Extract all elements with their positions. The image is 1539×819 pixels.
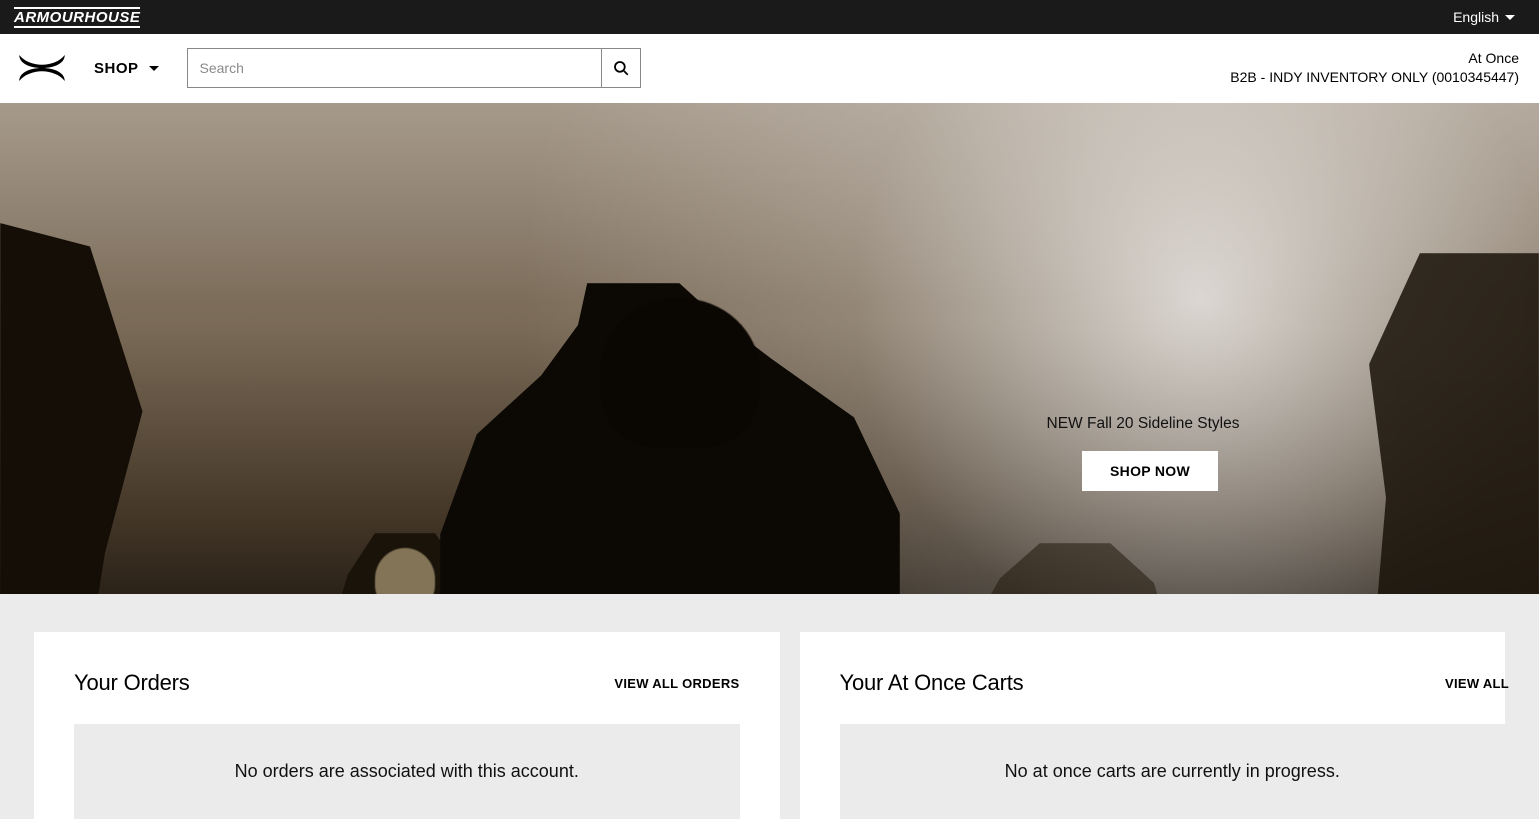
account-mode: At Once (1230, 49, 1519, 68)
search-form (187, 48, 641, 88)
hero-cta: NEW Fall 20 Sideline Styles SHOP NOW (1060, 415, 1240, 491)
carts-card-title: Your At Once Carts (840, 670, 1024, 696)
hero-silhouette (600, 298, 760, 448)
shop-menu-button[interactable]: SHOP (94, 60, 159, 77)
view-all-carts-link[interactable]: VIEW ALL (1445, 676, 1509, 691)
search-icon (612, 59, 630, 77)
language-label: English (1453, 9, 1499, 25)
top-bar: ARMOURHOUSE English (0, 0, 1539, 34)
search-button[interactable] (601, 48, 641, 88)
dashboard-cards: Your Orders VIEW ALL ORDERS No orders ar… (0, 594, 1539, 819)
account-info[interactable]: At Once B2B - INDY INVENTORY ONLY (00103… (1230, 49, 1519, 87)
ua-logo[interactable] (16, 52, 68, 84)
carts-empty-state: No at once carts are currently in progre… (840, 724, 1506, 819)
hero-headline: NEW Fall 20 Sideline Styles (1046, 415, 1240, 433)
orders-empty-message: No orders are associated with this accou… (235, 761, 579, 782)
ua-logo-icon (16, 53, 68, 83)
orders-empty-state: No orders are associated with this accou… (74, 724, 740, 819)
carts-card: Your At Once Carts VIEW ALL No at once c… (800, 632, 1506, 819)
shop-label: SHOP (94, 60, 139, 77)
main-navbar: SHOP At Once B2B - INDY INVENTORY ONLY (… (0, 34, 1539, 103)
hero-silhouette (970, 543, 1170, 594)
caret-down-icon (1505, 15, 1515, 20)
caret-down-icon (149, 66, 159, 71)
account-name: B2B - INDY INVENTORY ONLY (0010345447) (1230, 68, 1519, 87)
orders-card: Your Orders VIEW ALL ORDERS No orders ar… (34, 632, 780, 819)
hero-silhouette (0, 223, 150, 594)
language-selector[interactable]: English (1453, 9, 1515, 25)
card-header: Your Orders VIEW ALL ORDERS (74, 670, 740, 696)
armourhouse-logo[interactable]: ARMOURHOUSE (14, 7, 140, 28)
carts-empty-message: No at once carts are currently in progre… (1005, 761, 1340, 782)
orders-card-title: Your Orders (74, 670, 190, 696)
hero-silhouette (1369, 253, 1539, 594)
shop-now-button[interactable]: SHOP NOW (1082, 451, 1218, 491)
view-all-orders-link[interactable]: VIEW ALL ORDERS (614, 676, 739, 691)
card-header: Your At Once Carts VIEW ALL (840, 670, 1506, 696)
search-input[interactable] (187, 48, 601, 88)
hero-banner: NEW Fall 20 Sideline Styles SHOP NOW (0, 103, 1539, 594)
